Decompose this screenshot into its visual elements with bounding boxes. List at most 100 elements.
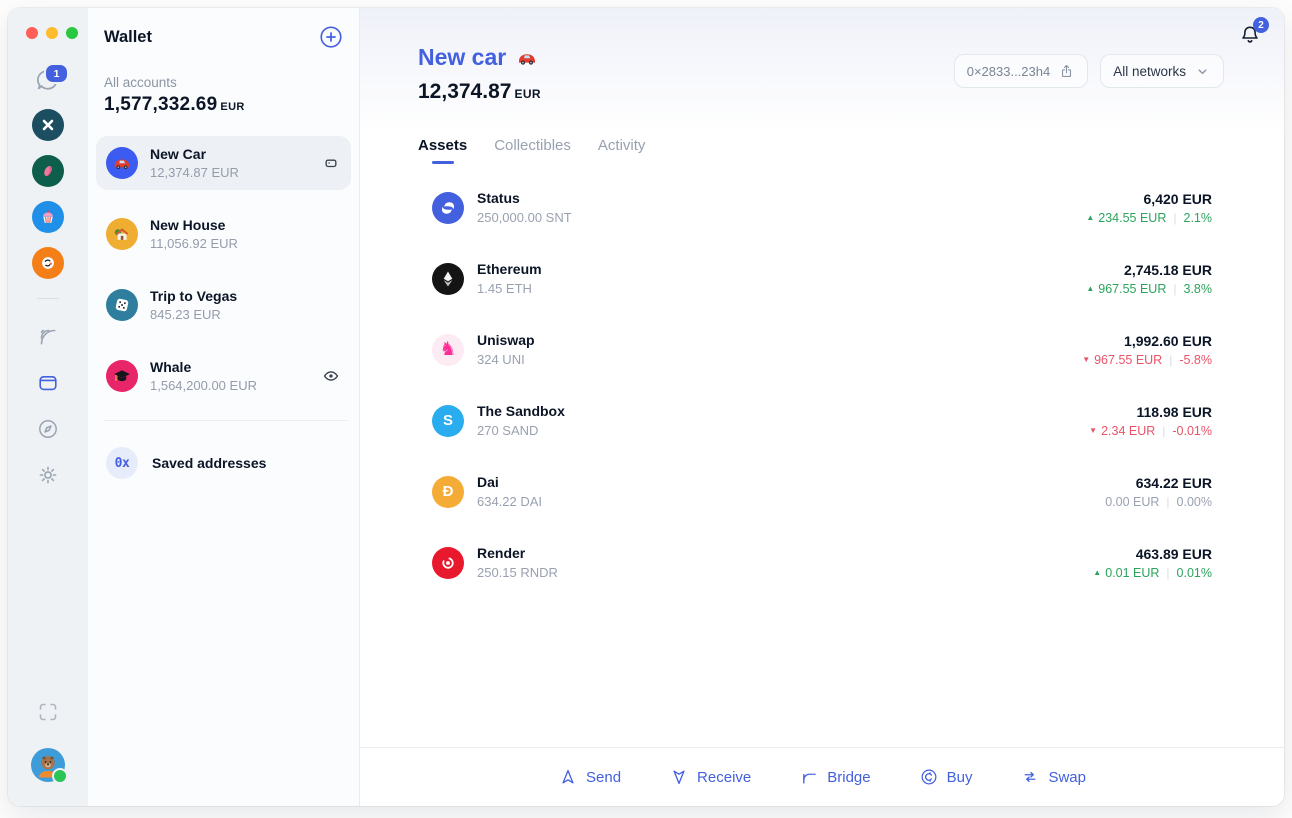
rail-divider [37,298,59,299]
receive-button[interactable]: Receive [669,767,751,787]
account-detail-panel: 2 0×2833...23h4 All networks New car 12,… [360,8,1284,806]
dai-token-icon: Ð [432,475,464,508]
buy-icon [919,767,939,787]
asset-name: Dai [477,474,499,490]
change-arrow-icon: ▲ [1086,284,1095,293]
sidebar-divider [104,420,348,421]
0x-icon: 0x [106,447,138,479]
wallet-icon[interactable] [36,371,60,395]
asset-fiat-value: 1,992.60 EUR [1124,332,1212,349]
bridge-button[interactable]: Bridge [799,767,871,787]
account-list-item[interactable]: Whale 1,564,200.00 EUR [96,349,351,403]
asset-fiat-value: 2,745.18 EUR [1124,261,1212,278]
account-list: New Car 12,374.87 EUR New House 11,056.9… [96,136,351,403]
browser-compass-icon[interactable] [36,417,60,441]
asset-amount: 250,000.00 SNT [477,210,572,225]
asset-list: Status 250,000.00 SNT 6,420 EUR ▲ 234.55… [416,172,1228,598]
asset-name: The Sandbox [477,403,565,419]
screen: 1 Wallet All accounts 1,577,332.69 EUR N… [0,0,1292,818]
qr-scan-icon[interactable] [36,700,60,724]
communities-icon[interactable] [36,325,60,349]
zoom-window-button[interactable] [66,27,78,39]
receive-icon [669,767,689,787]
account-name: New Car [150,146,207,162]
action-bar: Send Receive Bridge Buy Swap [360,747,1284,806]
asset-name: Render [477,545,526,561]
close-window-button[interactable] [26,27,38,39]
send-icon [558,767,578,787]
asset-amount: 634.22 DAI [477,494,543,509]
asset-fiat-value: 634.22 EUR [1135,474,1212,491]
x-community-avatar[interactable] [32,109,64,141]
asset-row[interactable]: Ethereum 1.45 ETH 2,745.18 EUR ▲ 967.55 … [416,243,1228,314]
asset-row[interactable]: Status 250,000.00 SNT 6,420 EUR ▲ 234.55… [416,172,1228,243]
the-sandbox-token-icon: S [432,404,464,437]
send-button[interactable]: Send [558,767,621,787]
asset-fiat-value: 463.89 EUR [1135,545,1212,562]
petal-community-avatar[interactable] [32,155,64,187]
account-list-item[interactable]: New Car 12,374.87 EUR [96,136,351,190]
share-icon [1058,63,1075,80]
change-arrow-icon: ▼ [1082,355,1091,364]
cupcake-community-avatar[interactable] [32,201,64,233]
user-avatar[interactable] [31,748,68,784]
asset-change: ▼ 2.34 EUR | -0.01% [1089,423,1212,438]
render-token-icon [432,546,464,579]
community-avatars [32,109,64,279]
asset-amount: 250.15 RNDR [477,565,558,580]
asset-change: ▲ 234.55 EUR | 2.1% [1086,210,1212,225]
network-selector[interactable]: All networks [1100,54,1224,88]
asset-amount: 270 SAND [477,423,539,438]
tab-collectibles[interactable]: Collectibles [494,137,571,164]
account-avatar [106,360,138,392]
sidebar-title: Wallet [104,27,152,46]
asset-change: ▲ 0.01 EUR | 0.01% [1093,565,1212,580]
total-balance: 1,577,332.69 EUR [104,94,245,115]
account-name: New House [150,217,226,233]
settings-gear-icon[interactable] [36,463,60,487]
ethereum-token-icon [432,262,464,295]
messages-badge: 1 [44,63,69,84]
chevron-down-icon [1194,63,1211,80]
asset-row[interactable]: ♞ Uniswap 324 UNI 1,992.60 EUR ▼ 967.55 … [416,314,1228,385]
swap-button[interactable]: Swap [1020,767,1086,787]
account-list-item[interactable]: Trip to Vegas 845.23 EUR [96,278,351,332]
asset-change: ▼ 967.55 EUR | -5.8% [1082,352,1212,367]
account-list-item[interactable]: New House 11,056.92 EUR [96,207,351,261]
window-controls [8,8,78,39]
asset-amount: 1.45 ETH [477,281,532,296]
messages-icon[interactable]: 1 [35,63,69,93]
add-account-button[interactable] [318,24,344,50]
asset-row[interactable]: Render 250.15 RNDR 463.89 EUR ▲ 0.01 EUR… [416,527,1228,598]
online-status-dot [52,768,68,784]
tab-activity[interactable]: Activity [598,137,646,164]
wallet-app-window: 1 Wallet All accounts 1,577,332.69 EUR N… [8,8,1284,806]
account-avatar [106,147,138,179]
account-name: Trip to Vegas [150,288,238,304]
saved-addresses-item[interactable]: 0x Saved addresses [104,443,344,483]
doodle-community-avatar[interactable] [32,247,64,279]
notifications-bell-icon[interactable]: 2 [1238,17,1269,47]
asset-name: Uniswap [477,332,535,348]
asset-fiat-value: 6,420 EUR [1143,190,1212,207]
asset-change: 0.00 EUR | 0.00% [1105,494,1212,509]
swap-icon [1020,767,1040,787]
minimize-window-button[interactable] [46,27,58,39]
asset-row[interactable]: S The Sandbox 270 SAND 118.98 EUR ▼ 2.34… [416,385,1228,456]
status-token-icon [432,191,464,224]
card-icon [321,153,341,173]
account-balance: 1,564,200.00 EUR [150,378,257,393]
eye-icon [321,366,341,386]
wallet-sidebar: Wallet All accounts 1,577,332.69 EUR New … [88,8,360,806]
change-arrow-icon: ▼ [1089,426,1098,435]
asset-name: Status [477,190,520,206]
asset-row[interactable]: Ð Dai 634.22 DAI 634.22 EUR 0.00 EUR | 0… [416,456,1228,527]
change-arrow-icon: ▲ [1086,213,1095,222]
asset-amount: 324 UNI [477,352,525,367]
address-chip[interactable]: 0×2833...23h4 [953,54,1089,88]
buy-button[interactable]: Buy [919,767,972,787]
account-avatar [106,289,138,321]
account-name: Whale [150,359,192,375]
navigation-rail: 1 [8,8,88,806]
tab-assets[interactable]: Assets [418,137,467,164]
